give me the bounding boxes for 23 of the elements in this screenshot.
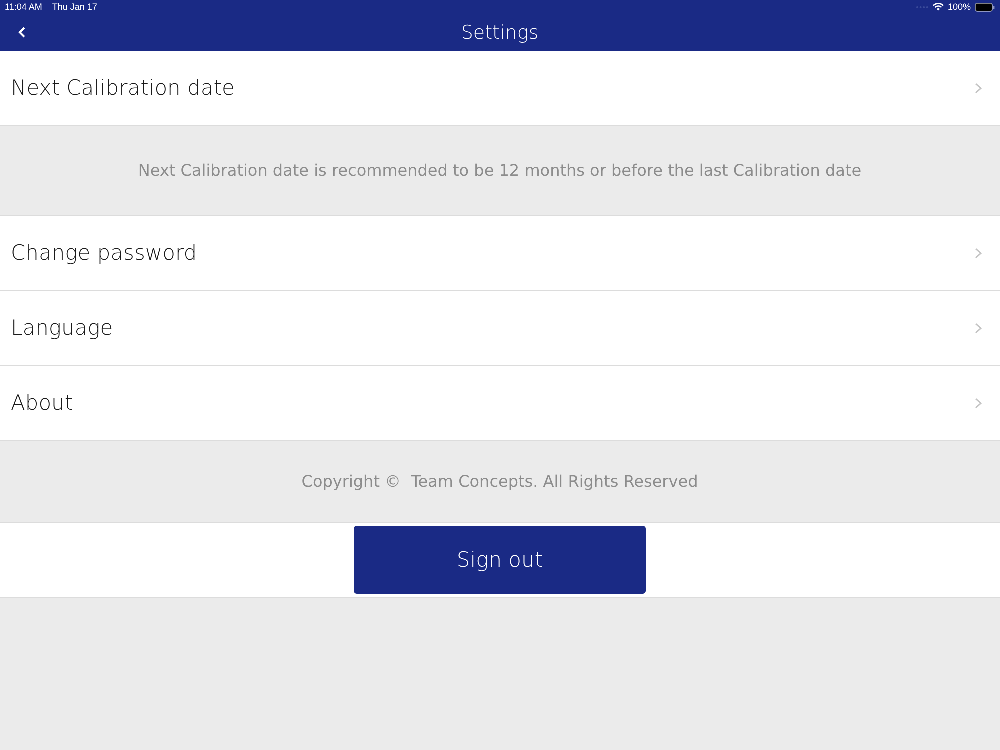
row-label: About: [11, 391, 74, 415]
status-time: 11:04 AM: [5, 2, 42, 12]
wifi-icon: [932, 3, 944, 11]
chevron-right-icon: [975, 248, 982, 258]
chevron-left-icon: [18, 26, 26, 38]
nav-title: Settings: [461, 22, 539, 44]
battery-percent: 100%: [948, 2, 971, 12]
copyright-text: Copyright © Team Concepts. All Rights Reserved: [302, 472, 698, 491]
signal-dots-icon: [916, 6, 929, 8]
chevron-right-icon: [975, 322, 982, 334]
battery-icon: [975, 2, 995, 12]
row-label: Change password: [11, 241, 198, 265]
info-text: Next Calibration date is recommended to be 12 months or before the last Calibration date: [138, 161, 862, 180]
settings-row[interactable]: Language: [0, 291, 1000, 366]
status-date: Thu Jan 17: [52, 2, 98, 12]
row-label: Language: [11, 316, 114, 340]
chevron-right-icon: [975, 398, 982, 408]
settings-row[interactable]: Change password: [0, 216, 1000, 291]
settings-row[interactable]: Next Calibration date: [0, 51, 1000, 126]
settings-row[interactable]: About: [0, 366, 1000, 441]
chevron-right-icon: [975, 82, 982, 94]
sign-out-button[interactable]: Sign out: [354, 526, 646, 594]
row-label: Next Calibration date: [11, 76, 235, 100]
